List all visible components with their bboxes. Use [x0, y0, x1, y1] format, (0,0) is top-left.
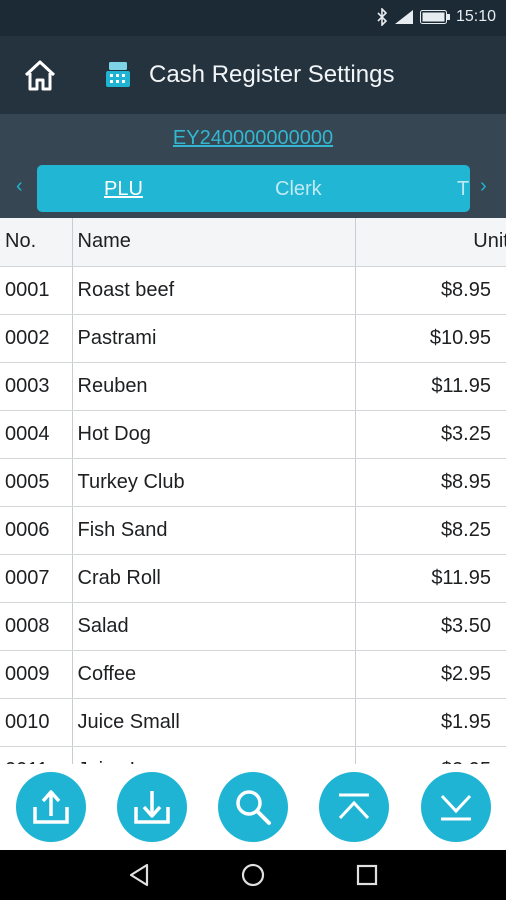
search-button[interactable]	[218, 772, 288, 842]
sub-header: EY240000000000 ‹ PLU Clerk T ›	[0, 114, 506, 218]
row-name: Turkey Club	[72, 458, 356, 507]
table-row[interactable]: 0008 Salad $3.50	[0, 602, 506, 651]
row-name: Juice Large	[72, 746, 356, 764]
home-button[interactable]	[20, 56, 60, 94]
row-name: Roast beef	[72, 266, 356, 315]
table-row[interactable]: 0004 Hot Dog $3.25	[0, 410, 506, 459]
tab-scroll-right-icon[interactable]: ›	[480, 176, 487, 196]
table-header-row: No. Name Unit Price	[0, 218, 506, 267]
upload-icon	[33, 790, 69, 824]
row-price: $2.95	[355, 650, 506, 699]
row-price: $8.95	[355, 458, 506, 507]
table-row[interactable]: 0007 Crab Roll $11.95	[0, 554, 506, 603]
home-nav-button[interactable]	[240, 862, 266, 888]
home-icon	[24, 60, 56, 91]
back-icon	[129, 863, 149, 887]
scroll-bottom-icon	[440, 794, 472, 821]
circle-home-icon	[241, 863, 265, 887]
row-name: Hot Dog	[72, 410, 356, 459]
bluetooth-icon	[376, 8, 388, 26]
row-price: $11.95	[355, 362, 506, 411]
table-row[interactable]: 0003 Reuben $11.95	[0, 362, 506, 411]
device-id-link[interactable]: EY240000000000	[0, 127, 506, 150]
row-price: $1.95	[355, 698, 506, 747]
row-no: 0009	[0, 650, 73, 699]
row-name: Coffee	[72, 650, 356, 699]
download-button[interactable]	[117, 772, 187, 842]
table-row[interactable]: 0010 Juice Small $1.95	[0, 698, 506, 747]
tab-clerk[interactable]: Clerk	[275, 177, 322, 201]
row-price: $3.25	[355, 410, 506, 459]
row-name: Juice Small	[72, 698, 356, 747]
cash-register-icon	[103, 60, 133, 90]
row-no: 0003	[0, 362, 73, 411]
column-header-name: Name	[72, 218, 356, 267]
row-name: Salad	[72, 602, 356, 651]
square-recents-icon	[356, 864, 378, 886]
system-nav-bar	[0, 850, 506, 900]
battery-icon	[419, 10, 450, 24]
tab-next-partial[interactable]: T	[457, 177, 469, 201]
row-no: 0011	[0, 746, 73, 764]
row-no: 0005	[0, 458, 73, 507]
row-no: 0004	[0, 410, 73, 459]
row-price: $11.95	[355, 554, 506, 603]
back-button[interactable]	[126, 862, 152, 888]
row-name: Crab Roll	[72, 554, 356, 603]
row-name: Pastrami	[72, 314, 356, 363]
row-price: $2.95	[355, 746, 506, 764]
table-row[interactable]: 0001 Roast beef $8.95	[0, 266, 506, 315]
status-bar: 15:10	[0, 0, 506, 36]
bottom-toolbar	[0, 764, 506, 850]
column-header-no: No.	[0, 218, 73, 267]
table-row[interactable]: 0011Juice Large$2.95	[0, 746, 506, 764]
row-price: $8.25	[355, 506, 506, 555]
table-row[interactable]: 0006 Fish Sand $8.25	[0, 506, 506, 555]
app-bar: Cash Register Settings	[0, 36, 506, 114]
row-no: 0007	[0, 554, 73, 603]
row-name: Reuben	[72, 362, 356, 411]
table-row[interactable]: 0009 Coffee $2.95	[0, 650, 506, 699]
row-price: $3.50	[355, 602, 506, 651]
page-title: Cash Register Settings	[149, 61, 395, 88]
row-no: 0002	[0, 314, 73, 363]
search-icon	[236, 790, 271, 825]
clock-time: 15:10	[455, 8, 496, 25]
tab-strip: PLU Clerk T	[37, 165, 470, 212]
row-no: 0006	[0, 506, 73, 555]
tab-plu[interactable]: PLU	[104, 177, 143, 201]
row-price: $8.95	[355, 266, 506, 315]
signal-icon	[394, 9, 414, 25]
scroll-top-button[interactable]	[319, 772, 389, 842]
row-name: Fish Sand	[72, 506, 356, 555]
table-row[interactable]: 0005 Turkey Club $8.95	[0, 458, 506, 507]
recents-button[interactable]	[354, 862, 380, 888]
download-icon	[134, 791, 170, 824]
plu-table[interactable]: No. Name Unit Price 0001Roast beef$8.95 …	[0, 218, 506, 764]
row-no: 0008	[0, 602, 73, 651]
scroll-top-icon	[338, 793, 370, 820]
column-header-price: Unit Price	[355, 218, 506, 267]
upload-button[interactable]	[16, 772, 86, 842]
row-price: $10.95	[355, 314, 506, 363]
scroll-bottom-button[interactable]	[421, 772, 491, 842]
table-row[interactable]: 0002 Pastrami $10.95	[0, 314, 506, 363]
tab-scroll-left-icon[interactable]: ‹	[16, 176, 23, 196]
row-no: 0001	[0, 266, 73, 315]
row-no: 0010	[0, 698, 73, 747]
